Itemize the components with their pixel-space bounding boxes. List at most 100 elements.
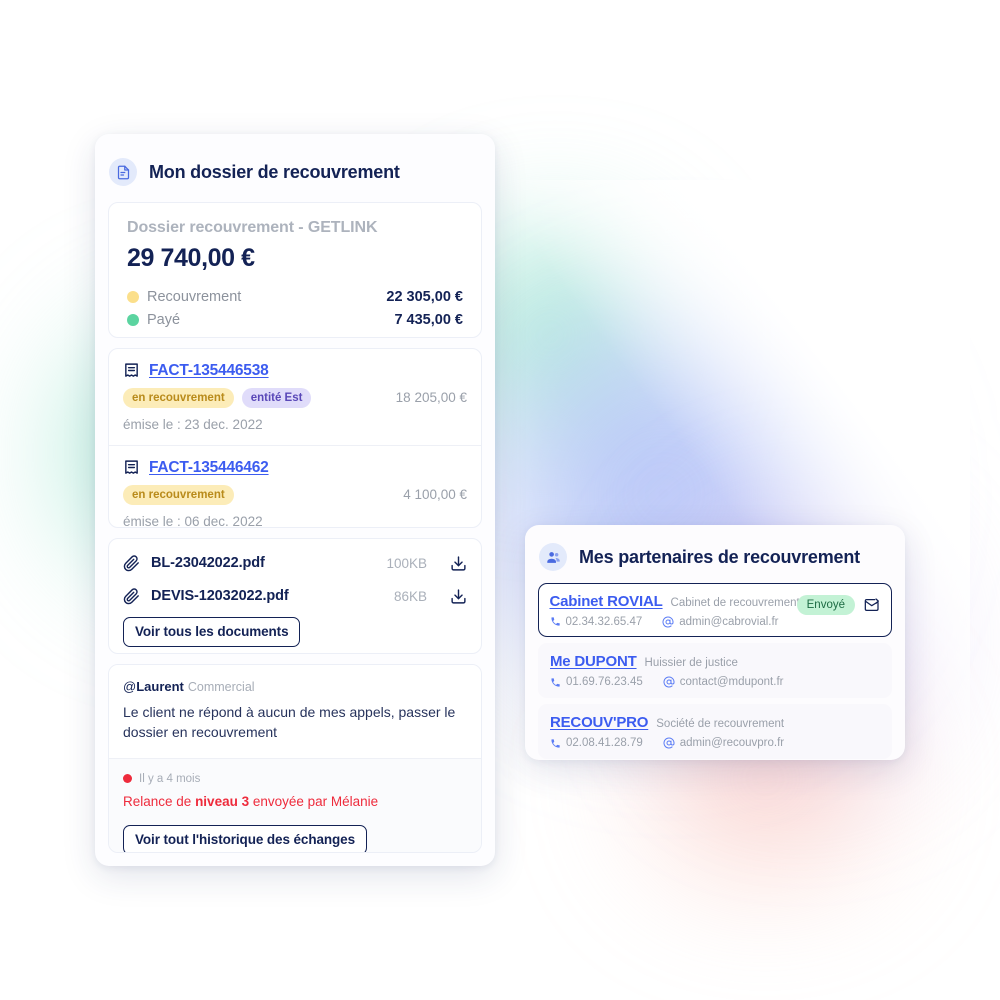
history-comment: @Laurent Commercial Le client ne répond à… — [109, 665, 481, 759]
comment-author-role: Commercial — [187, 680, 255, 695]
partners-panel-title: Mes partenaires de recouvrement — [579, 546, 860, 567]
partner-header: RECOUV'PRO Société de recouvrement — [550, 714, 880, 731]
partner-type: Société de recouvrement — [656, 718, 785, 730]
partner-phone-number: 01.69.76.23.45 — [566, 676, 643, 688]
invoice-row[interactable]: FACT-135446538 en recouvrement entité Es… — [109, 349, 481, 446]
event-time-row: Il y a 4 mois — [123, 773, 467, 785]
partner-name-link[interactable]: Cabinet ROVIAL — [550, 593, 663, 610]
summary-row-label: Payé — [147, 312, 181, 328]
invoice-issue-date: émise le : 23 dec. 2022 — [123, 416, 263, 432]
comment-author-line: @Laurent Commercial — [123, 679, 467, 694]
paperclip-icon — [123, 554, 140, 572]
summary-row-paye: Payé 7 435,00 € — [127, 312, 463, 328]
history-footer: Voir tout l'historique des échanges — [109, 822, 481, 853]
invoice-number-link[interactable]: FACT-135446462 — [149, 459, 269, 477]
partner-row[interactable]: Me DUPONT Huissier de justice 01.69.76.2… — [538, 643, 892, 698]
partner-phone-number: 02.34.32.65.47 — [565, 615, 643, 628]
download-icon[interactable] — [450, 555, 467, 572]
partner-name-link[interactable]: RECOUV'PRO — [550, 714, 648, 731]
partner-contact: 01.69.76.23.45 contact@mdupont.fr — [550, 676, 880, 688]
event-status-dot — [123, 774, 132, 784]
invoice-amount: 4 100,00 € — [403, 487, 467, 503]
invoice-issue-date: émise le : 06 dec. 2022 — [123, 513, 263, 528]
document-name: DEVIS-12032022.pdf — [151, 588, 289, 604]
invoice-header: FACT-135446462 — [123, 459, 467, 477]
at-sign-icon — [663, 737, 675, 749]
partner-phone: 01.69.76.23.45 — [550, 676, 643, 688]
event-text-before: Relance de — [123, 793, 196, 809]
see-all-history-button[interactable]: Voir tout l'historique des échanges — [123, 824, 367, 853]
invoice-row[interactable]: FACT-135446462 en recouvrement 4 100,00 … — [109, 446, 481, 528]
invoice-receipt-icon — [123, 459, 140, 476]
status-badge-recouvrement: en recouvrement — [123, 484, 234, 505]
partner-email: contact@mdupont.fr — [663, 676, 784, 688]
status-badge-recouvrement: en recouvrement — [123, 387, 234, 408]
dossier-panel: Mon dossier de recouvrement Dossier reco… — [95, 134, 495, 866]
at-sign-icon — [663, 676, 675, 688]
screenshot-root: Mon dossier de recouvrement Dossier reco… — [0, 0, 1000, 1000]
partner-contact: 02.34.32.65.47 admin@cabrovial.fr — [550, 616, 881, 628]
partner-header: Me DUPONT Huissier de justice — [550, 653, 880, 670]
status-badge-envoye: Envoyé — [796, 595, 855, 615]
paperclip-icon — [123, 587, 140, 605]
partner-email-address: admin@cabrovial.fr — [679, 615, 779, 628]
partner-email-address: admin@recouvpro.fr — [679, 737, 785, 749]
see-all-documents-button[interactable]: Voir tous les documents — [123, 616, 301, 647]
invoice-header: FACT-135446538 — [123, 362, 467, 380]
dossier-summary-rows: Recouvrement 22 305,00 € Payé 7 435,00 € — [127, 289, 463, 328]
status-dot-paye — [127, 314, 139, 326]
at-sign-icon — [662, 616, 674, 628]
download-icon[interactable] — [450, 588, 467, 605]
invoice-number-link[interactable]: FACT-135446538 — [149, 362, 269, 380]
partner-contact: 02.08.41.28.79 admin@recouvpro.fr — [550, 737, 880, 749]
invoice-amount: 18 205,00 € — [395, 390, 467, 406]
partner-actions: Envoyé — [796, 595, 880, 615]
status-dot-recouvrement — [127, 291, 139, 303]
document-size: 86KB — [393, 588, 427, 604]
summary-row-value: 22 305,00 € — [386, 289, 463, 305]
people-users-icon — [539, 543, 567, 571]
summary-row-value: 7 435,00 € — [394, 312, 463, 328]
partner-email: admin@recouvpro.fr — [663, 737, 784, 749]
partner-email-address: contact@mdupont.fr — [679, 676, 784, 688]
history-section: @Laurent Commercial Le client ne répond à… — [108, 664, 482, 853]
document-size: 100KB — [386, 555, 427, 571]
summary-row-label: Recouvrement — [147, 289, 242, 305]
dossier-summary-label: Dossier recouvrement - GETLINK — [127, 219, 378, 236]
dossier-panel-header: Mon dossier de recouvrement — [108, 147, 482, 202]
partners-panel-header: Mes partenaires de recouvrement — [538, 538, 892, 583]
dossier-summary-total: 29 740,00 € — [127, 244, 255, 272]
comment-text: Le client ne répond à aucun de mes appel… — [123, 704, 456, 740]
phone-icon — [550, 616, 561, 627]
partners-panel: Mes partenaires de recouvrement Cabinet … — [525, 525, 905, 760]
history-event: Il y a 4 mois Relance de niveau 3 envoyé… — [109, 758, 481, 823]
phone-icon — [550, 677, 561, 688]
at-symbol: @ — [123, 679, 137, 695]
document-row[interactable]: BL-23042022.pdf 100KB — [123, 551, 467, 576]
document-row[interactable]: DEVIS-12032022.pdf 86KB — [123, 584, 467, 609]
status-badge-entite: entité Est — [241, 387, 312, 408]
mail-send-icon[interactable] — [864, 597, 880, 613]
invoice-receipt-icon — [123, 362, 140, 379]
invoice-meta: en recouvrement entité Est 18 205,00 € — [123, 387, 467, 408]
dossier-summary: Dossier recouvrement - GETLINK 29 740,00… — [108, 202, 482, 338]
phone-icon — [550, 738, 561, 749]
partner-phone: 02.34.32.65.47 — [550, 615, 643, 628]
document-name: BL-23042022.pdf — [151, 555, 265, 571]
partner-type: Huissier de justice — [644, 657, 738, 669]
summary-row-recouvrement: Recouvrement 22 305,00 € — [127, 289, 463, 305]
partner-name-link[interactable]: Me DUPONT — [550, 653, 637, 670]
partner-phone: 02.08.41.28.79 — [550, 737, 643, 749]
documents-list: BL-23042022.pdf 100KB DEVIS-12032022.pdf… — [108, 537, 482, 655]
invoice-badges: en recouvrement — [123, 484, 403, 505]
invoice-badges: en recouvrement entité Est — [123, 387, 396, 408]
partner-phone-number: 02.08.41.28.79 — [566, 737, 643, 749]
invoice-list: FACT-135446538 en recouvrement entité Es… — [108, 347, 482, 528]
event-text: Relance de niveau 3 envoyée par Mélanie — [123, 794, 467, 809]
partner-row[interactable]: RECOUV'PRO Société de recouvrement 02.08… — [538, 704, 892, 759]
document-file-icon — [109, 158, 137, 186]
invoice-meta: en recouvrement 4 100,00 € — [123, 484, 467, 505]
partner-row-selected[interactable]: Cabinet ROVIAL Cabinet de recouvrement 0… — [538, 583, 892, 637]
dossier-panel-title: Mon dossier de recouvrement — [149, 161, 400, 182]
partner-email: admin@cabrovial.fr — [662, 615, 779, 628]
